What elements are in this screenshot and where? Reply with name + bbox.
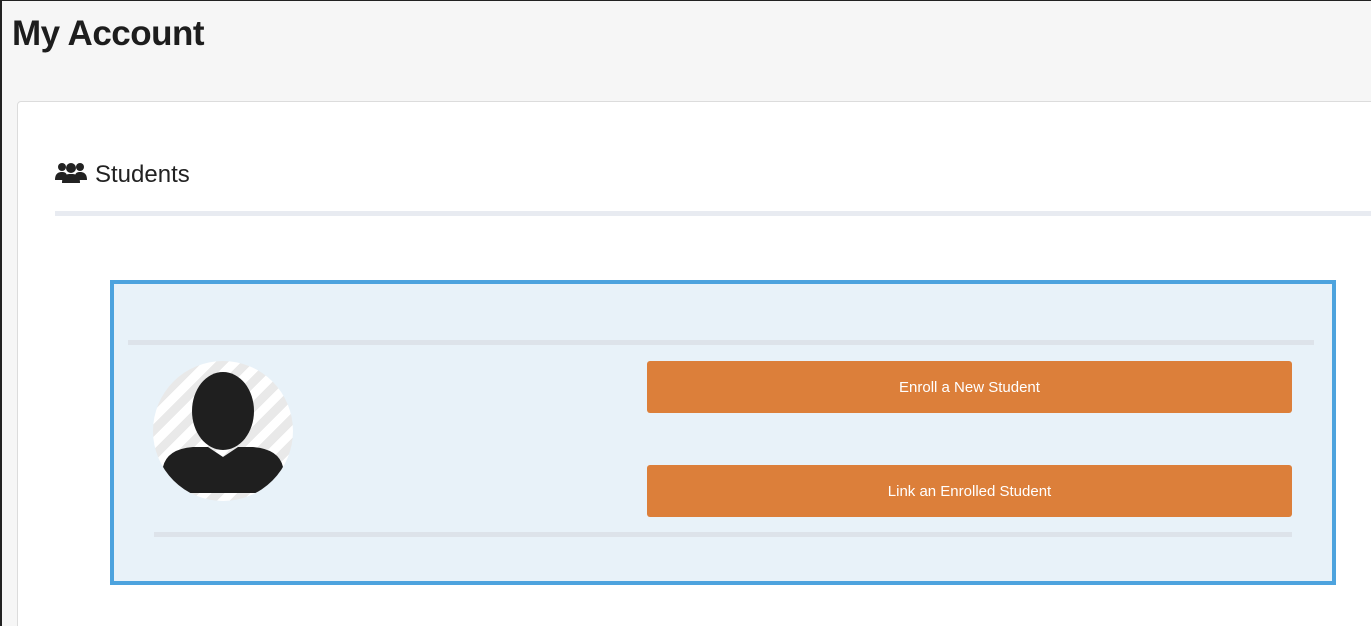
users-icon [55, 160, 87, 189]
student-card [110, 280, 1336, 585]
page-title: My Account [12, 14, 205, 53]
card-divider-bottom [154, 532, 1292, 537]
enroll-new-student-button[interactable]: Enroll a New Student [647, 361, 1292, 413]
students-section-header: Students [55, 160, 190, 189]
section-title: Students [95, 160, 190, 188]
avatar [153, 361, 293, 501]
link-enrolled-student-button[interactable]: Link an Enrolled Student [647, 465, 1292, 517]
section-divider [55, 211, 1371, 216]
user-silhouette-icon [157, 372, 289, 493]
card-divider-top [128, 340, 1314, 345]
